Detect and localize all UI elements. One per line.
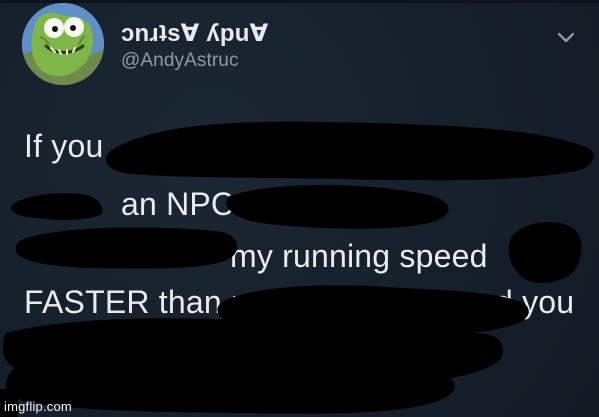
redaction-scribble-8 <box>5 358 455 414</box>
redaction-scribble-3 <box>226 184 449 229</box>
top-border <box>0 0 599 3</box>
tweet-text-line-5: d you <box>495 284 575 320</box>
tweet-text-line-2: an NPC <box>121 186 235 222</box>
display-name: ɔnɹʇsⱯ ʎpuⱯ <box>121 20 269 47</box>
tweet-text-line-3: my running speed <box>230 238 488 274</box>
redaction-scribble-2 <box>10 193 103 220</box>
avatar[interactable] <box>22 3 104 85</box>
fish-cartoon-avatar-icon <box>22 3 104 85</box>
redaction-scribble-4 <box>15 227 238 269</box>
redaction-scribble-6 <box>217 285 529 337</box>
watermark-text: imgflip.com <box>4 399 72 414</box>
chevron-down-icon[interactable] <box>555 26 577 48</box>
redaction-scribble-7 <box>2 318 504 388</box>
redaction-scribble-5 <box>508 222 582 284</box>
tweet-screenshot: ɔnɹʇsⱯ ʎpuⱯ @AndyAstruc If you an NPC my… <box>0 0 599 417</box>
redaction-scribble-1 <box>105 121 594 181</box>
tweet-text-line-4: FASTER than r <box>24 284 242 320</box>
tweet-text-line-1: If you <box>24 128 104 164</box>
user-handle: @AndyAstruc <box>121 50 239 71</box>
